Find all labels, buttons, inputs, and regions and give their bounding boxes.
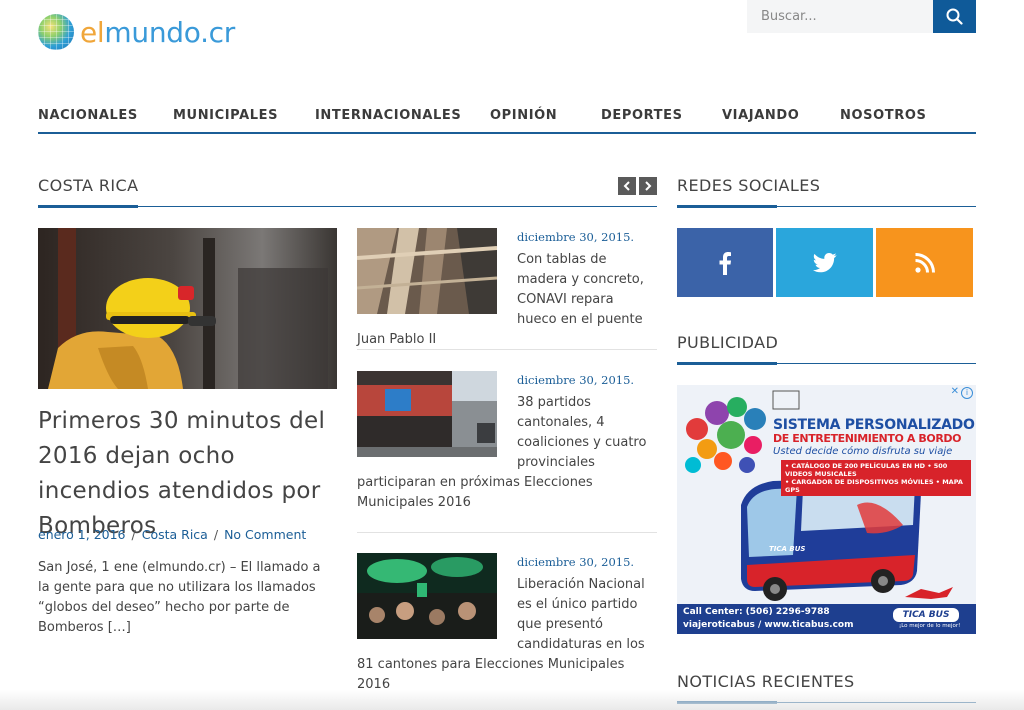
section-title: COSTA RICA	[38, 176, 139, 195]
search-button[interactable]	[933, 0, 976, 33]
section-title-underline	[677, 362, 777, 365]
list-item: diciembre 30, 2015. Liberación Nacional …	[357, 553, 657, 695]
chevron-left-icon	[623, 181, 630, 191]
nav-item-municipales[interactable]: MUNICIPALES	[173, 108, 278, 123]
page-fade	[0, 690, 1024, 710]
ad-feature-2: • CARGADOR DE DISPOSITIVOS MÓVILES • MAP…	[785, 478, 963, 494]
twitter-button[interactable]	[776, 228, 873, 297]
ad-close-icon[interactable]: ✕	[951, 386, 959, 397]
nav-item-opinion[interactable]: OPINIÓN	[490, 108, 557, 123]
featured-category[interactable]: Costa Rica	[142, 527, 208, 542]
search-input[interactable]	[747, 0, 933, 33]
logo-rest: mundo.cr	[104, 15, 235, 49]
article-divider	[357, 532, 657, 533]
search-form	[747, 0, 976, 33]
nav-item-internacionales[interactable]: INTERNACIONALES	[315, 108, 461, 123]
nav-item-deportes[interactable]: DEPORTES	[601, 108, 683, 123]
ad-footer: Call Center: (506) 2296-9788 viajerotica…	[677, 604, 976, 634]
featured-meta: enero 1, 2016 / Costa Rica / No Comment	[38, 527, 306, 542]
article-thumbnail[interactable]	[357, 371, 497, 457]
search-icon	[946, 8, 963, 25]
ad-banner[interactable]: SISTEMA PERSONALIZADO DE ENTRETENIMIENTO…	[677, 385, 976, 634]
meta-separator: /	[213, 527, 219, 542]
featured-image[interactable]	[38, 228, 337, 389]
social-section-title: REDES SOCIALES	[677, 176, 821, 195]
carousel-controls	[618, 177, 657, 195]
nav-item-viajando[interactable]: VIAJANDO	[722, 108, 799, 123]
facebook-button[interactable]	[677, 228, 773, 297]
featured-comments[interactable]: No Comment	[224, 527, 306, 542]
section-header-social: REDES SOCIALES	[677, 176, 976, 208]
recent-section-title: NOTICIAS RECIENTES	[677, 672, 855, 691]
nav-item-nosotros[interactable]: NOSOTROS	[840, 108, 926, 123]
article-thumbnail[interactable]	[357, 228, 497, 314]
list-item: diciembre 30, 2015. 38 partidos cantonal…	[357, 371, 657, 513]
bridge-photo	[357, 228, 497, 314]
chevron-right-icon	[645, 181, 652, 191]
ad-tagline: ¡Lo mejor de lo mejor!	[899, 623, 961, 629]
bus-brand-label: TICA BUS	[769, 545, 806, 553]
featured-excerpt: San José, 1 ene (elmundo.cr) – El llamad…	[38, 560, 321, 635]
firefighter-photo	[38, 228, 337, 389]
globe-icon	[38, 14, 74, 50]
main-nav: NACIONALES MUNICIPALES INTERNACIONALES O…	[38, 106, 976, 134]
list-item: diciembre 30, 2015. Con tablas de madera…	[357, 228, 657, 350]
section-title-underline	[677, 205, 777, 208]
ad-website: viajeroticabus / www.ticabus.com	[683, 620, 854, 630]
article-divider	[357, 349, 657, 350]
prev-button[interactable]	[618, 177, 636, 195]
featured-title[interactable]: Primeros 30 minutos del 2016 dejan ocho …	[38, 404, 338, 544]
facebook-icon	[719, 251, 731, 275]
rss-button[interactable]	[876, 228, 973, 297]
section-title-underline	[38, 205, 138, 208]
site-logo[interactable]: elmundo.cr	[38, 10, 235, 54]
ad-brand-logo: TICA BUS	[893, 608, 959, 622]
logo-text: elmundo.cr	[80, 16, 235, 49]
twitter-icon	[812, 252, 836, 272]
ad-title-line2: DE ENTRETENIMIENTO A BORDO	[773, 432, 962, 445]
logo-el: el	[80, 15, 105, 49]
ad-title: SISTEMA PERSONALIZADO	[773, 417, 975, 433]
ad-feature-1: • CATÁLOGO DE 200 PELÍCULAS EN HD • 500 …	[785, 462, 948, 478]
meta-separator: /	[131, 527, 136, 542]
article-thumbnail[interactable]	[357, 553, 497, 639]
rally-photo	[357, 553, 497, 639]
section-header-costa-rica: COSTA RICA	[38, 176, 657, 208]
featured-date[interactable]: enero 1, 2016	[38, 527, 126, 542]
ad-call-center: Call Center: (506) 2296-9788	[683, 607, 830, 617]
section-header-ads: PUBLICIDAD	[677, 333, 976, 365]
street-photo	[357, 371, 497, 457]
ads-section-title: PUBLICIDAD	[677, 333, 779, 352]
next-button[interactable]	[639, 177, 657, 195]
ad-info-icon[interactable]: i	[961, 387, 973, 399]
ad-features: • CATÁLOGO DE 200 PELÍCULAS EN HD • 500 …	[781, 460, 971, 496]
nav-item-nacionales[interactable]: NACIONALES	[38, 108, 138, 123]
rss-icon	[914, 252, 935, 273]
ad-subtitle: Usted decide cómo disfruta su viaje	[773, 446, 953, 457]
